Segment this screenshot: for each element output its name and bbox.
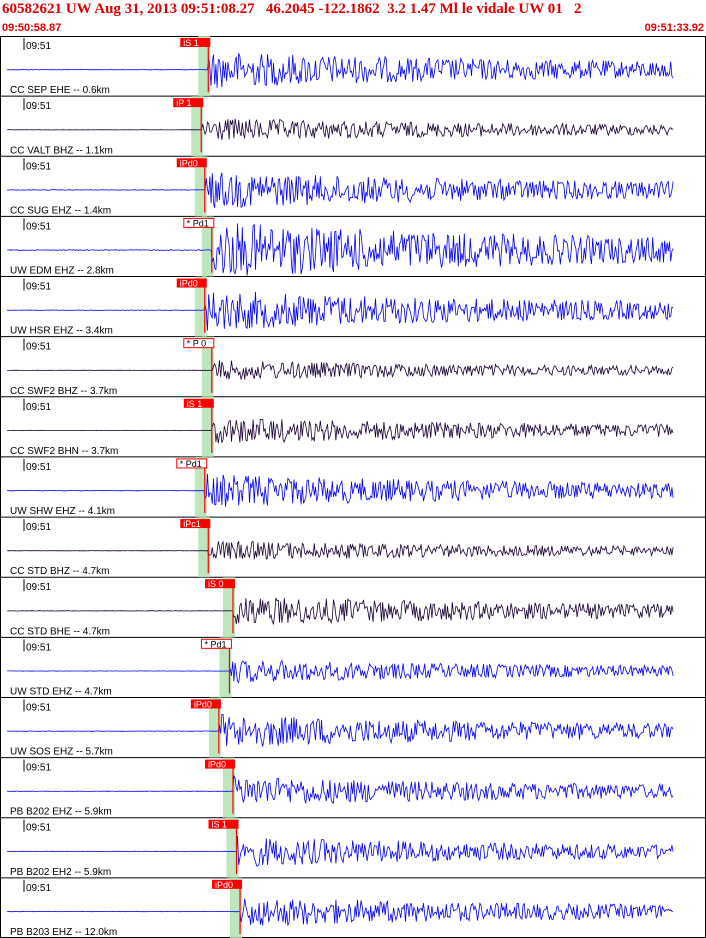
minute-label: 09:51 [26,582,51,593]
waveform-trace [7,52,674,88]
waveform-trace [7,118,674,140]
pick-label: iS 1 [183,38,199,48]
minute-label: 09:51 [26,763,51,774]
channel-row-5: * P 0 09:51 CC SWF2 BHZ -- 3.7km [0,336,706,398]
channel-row-4: iPd0 09:51 UW HSR EHZ -- 3.4km [0,276,706,338]
pick-label: iPd0 [208,760,226,770]
channel-row-6: iS 1 09:51 CC SWF2 BHN -- 3.7km [0,396,706,458]
pick-label: iPd0 [215,880,233,890]
channel-label: CC VALT BHZ -- 1.1km [10,145,113,156]
end-time: 09:51:33.92 [644,22,704,34]
channel-label: UW EDM EHZ -- 2.8km [10,266,114,277]
start-time: 09:50:58.87 [2,22,62,34]
waveform-trace [7,418,674,444]
channel-row-10: * Pd1 09:51 UW STD EHZ -- 4.7km [0,637,706,698]
channel-label: PB B203 EHZ -- 12.0km [10,927,117,938]
minute-label: 09:51 [26,522,51,533]
minute-label: 09:51 [26,402,51,413]
waveform-trace [7,540,674,560]
channel-label: CC SUG EHZ -- 1.4km [10,205,111,216]
waveform-trace [7,360,674,380]
header: 60582621 UW Aug 31, 2013 09:51:08.27 46.… [0,0,706,36]
channel-row-8: iPc1 09:51 CC STD BHZ -- 4.7km [0,517,706,578]
minute-label: 09:51 [26,221,51,232]
channel-label: PB B202 EHZ -- 5.9km [10,807,112,818]
channel-row-11: iPd0 09:51 UW SOS EHZ -- 5.7km [0,697,706,759]
pick-label: * Pd1 [187,218,209,228]
channel-label: UW HSR EHZ -- 3.4km [10,326,113,337]
waveform-trace [7,836,674,867]
channel-row-3: * Pd1 09:51 UW EDM EHZ -- 2.8km [0,216,706,278]
channel-label: CC SWF2 BHZ -- 3.7km [10,386,117,397]
pick-label: iP 1 [176,98,191,108]
channel-row-7: * Pd1 09:51 UW SHW EHZ -- 4.1km [0,456,706,518]
channel-row-13: iS 1 09:51 PB B202 EH2 -- 5.9km [0,817,706,879]
channel-row-0: iS 1 09:51 CC SEP EHE -- 0.6km [0,36,706,97]
minute-label: 09:51 [26,342,51,353]
pick-label: * Pd1 [180,459,202,469]
pick-label: iS 0 [208,579,224,589]
pick-label: * P 0 [187,339,206,349]
pick-label: * Pd1 [204,639,226,649]
pick-label: iPd0 [180,158,198,168]
waveform-trace [7,172,674,209]
minute-label: 09:51 [26,702,51,713]
pick-label: iS 1 [187,399,203,409]
channel-label: UW STD EHZ -- 4.7km [10,686,112,697]
channel-row-2: iPd0 09:51 CC SUG EHZ -- 1.4km [0,156,706,217]
waveform-trace [7,713,674,747]
waveform-trace [7,774,674,804]
minute-label: 09:51 [26,823,51,834]
channel-label: CC SEP EHE -- 0.6km [10,85,110,96]
minute-label: 09:51 [26,883,51,894]
minute-label: 09:51 [26,462,51,473]
channel-label: PB B202 EH2 -- 5.9km [10,867,111,878]
seismogram-plot: iS 1 09:51 CC SEP EHE -- 0.6km iP 1 09:51 CC … [0,36,706,938]
minute-label: 09:51 [26,41,51,52]
minute-label: 09:51 [26,161,51,172]
channel-row-14: iPd0 09:51 PB B203 EHZ -- 12.0km [0,877,706,938]
pick-label: iPc1 [183,519,201,529]
waveform-trace [7,473,674,507]
minute-label: 09:51 [26,282,51,293]
pick-label: iS 1 [212,820,228,830]
event-title: 60582621 UW Aug 31, 2013 09:51:08.27 46.… [2,1,582,17]
minute-label: 09:51 [26,642,51,653]
channel-row-12: iPd0 09:51 PB B202 EHZ -- 5.9km [0,757,706,819]
minute-label: 09:51 [26,101,51,112]
channel-label: UW SHW EHZ -- 4.1km [10,506,115,517]
channel-label: CC STD BHZ -- 4.7km [10,566,109,577]
channel-row-1: iP 1 09:51 CC VALT BHZ -- 1.1km [0,96,706,157]
waveform-trace [7,898,674,927]
pick-label: iPd0 [194,699,212,709]
channel-row-9: iS 0 09:51 CC STD BHE -- 4.7km [0,577,706,638]
channel-label: CC SWF2 BHN -- 3.7km [10,446,118,457]
pick-label: iPd0 [180,279,198,289]
channel-label: CC STD BHE -- 4.7km [10,626,110,637]
channel-label: UW SOS EHZ -- 5.7km [10,747,113,758]
waveform-trace [7,597,674,626]
waveform-trace [7,659,674,684]
